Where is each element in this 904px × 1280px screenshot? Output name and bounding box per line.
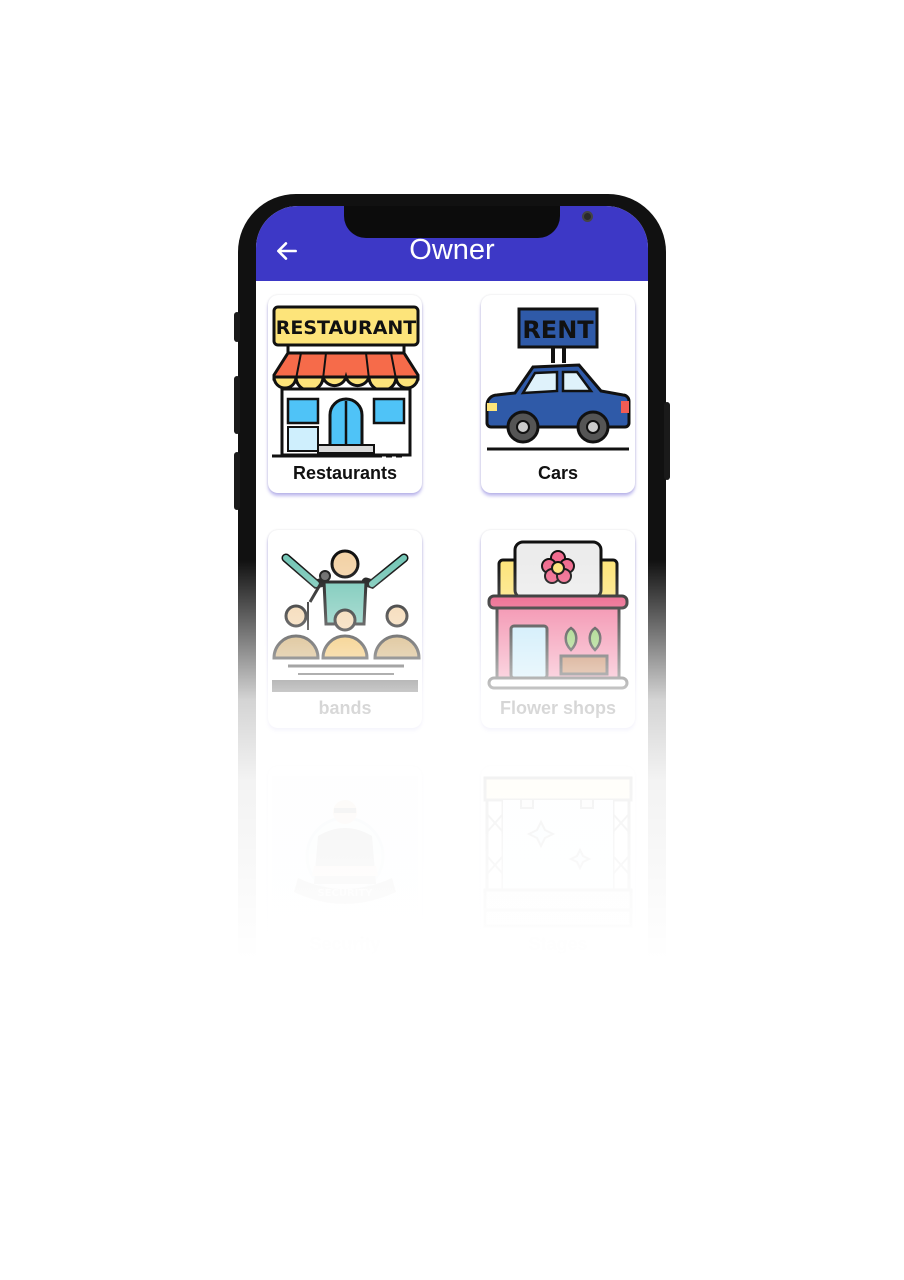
- category-label: Cars: [537, 463, 579, 483]
- security-guard-icon: SECURITY: [272, 776, 418, 916]
- rent-sign-text: RENT: [522, 316, 594, 344]
- phone-side-button: [664, 402, 670, 480]
- phone-side-button: [234, 452, 240, 510]
- calendar-icon[interactable]: [578, 1010, 604, 1034]
- category-label: Security: [309, 934, 381, 954]
- phone-side-button: [234, 376, 240, 434]
- restaurant-sign-text: RESTAURANT: [276, 317, 417, 339]
- phone-notch: [344, 206, 593, 238]
- category-label: Flower shops: [499, 698, 616, 718]
- security-badge-text: SECURITY: [318, 888, 374, 899]
- category-card-stages[interactable]: Stages: [481, 766, 635, 964]
- stage-icon: [483, 776, 633, 928]
- ticket-icon[interactable]: [300, 1010, 326, 1034]
- rent-car-icon: RENT: [485, 307, 631, 451]
- add-button[interactable]: +: [422, 970, 482, 1030]
- category-card-security[interactable]: SECURITY Security: [268, 766, 422, 964]
- category-card-flower-shops[interactable]: Flower shops: [481, 530, 635, 728]
- camera-icon: [582, 211, 593, 222]
- app-bar: Owner: [256, 206, 648, 281]
- category-card-restaurants[interactable]: RESTAURANT Restaurants: [268, 295, 422, 493]
- app-screen: Owner RESTAURANT Restaurants RENT Cars b…: [256, 206, 648, 1046]
- category-card-cars[interactable]: RENT Cars: [481, 295, 635, 493]
- category-label: Stages: [528, 934, 588, 954]
- category-card-bands[interactable]: bands: [268, 530, 422, 728]
- category-label: Restaurants: [292, 463, 398, 483]
- flower-shop-icon: [487, 540, 629, 690]
- restaurant-icon: RESTAURANT: [272, 305, 420, 458]
- home-icon[interactable]: [507, 1010, 533, 1034]
- band-icon: [272, 549, 421, 692]
- add-icon: +: [443, 983, 461, 1014]
- category-label: bands: [318, 698, 372, 718]
- shop-icon[interactable]: [370, 1010, 396, 1034]
- phone-side-button: [234, 312, 240, 342]
